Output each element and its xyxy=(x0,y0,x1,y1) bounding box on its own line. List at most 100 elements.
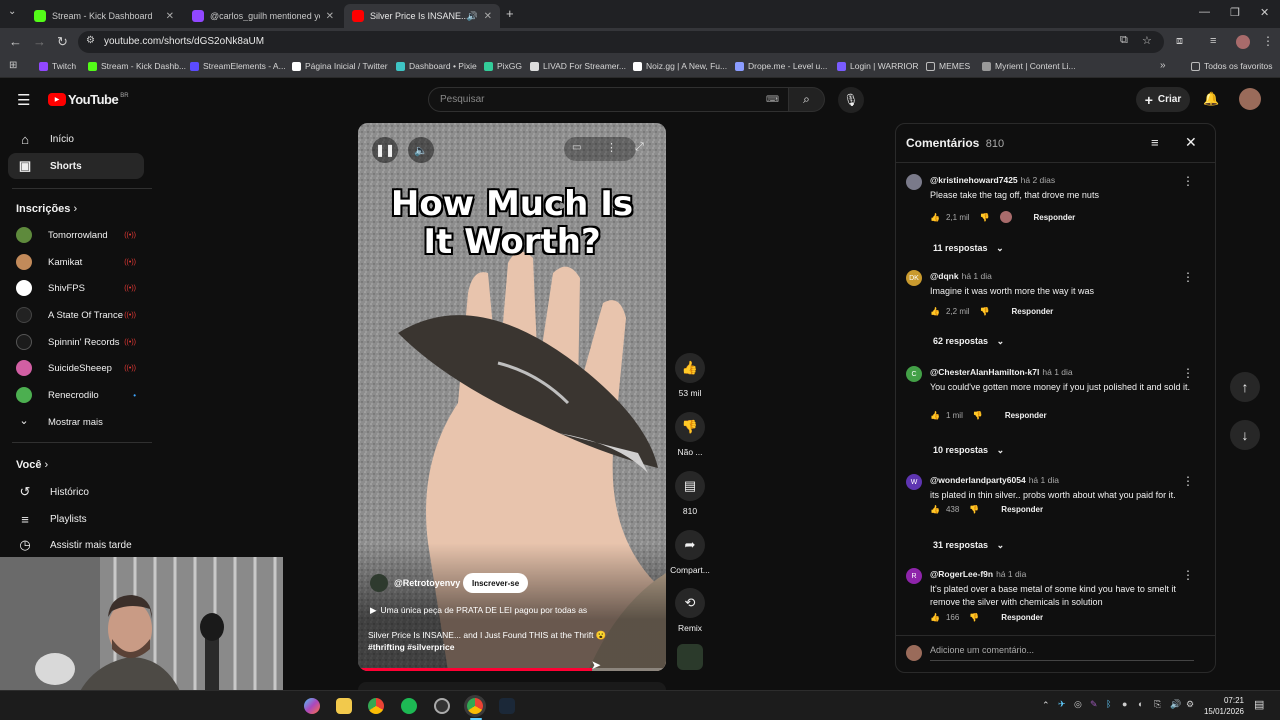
sidebar-show-more[interactable]: ⌄ Mostrar mais xyxy=(16,411,140,433)
like-button[interactable]: 👍 53 mil xyxy=(674,353,706,398)
subscriptions-heading[interactable]: Inscrições › xyxy=(16,203,77,215)
hamburger-menu-icon[interactable]: ☰ xyxy=(17,91,30,109)
tray-app-icon[interactable]: ⚙ xyxy=(1186,699,1194,710)
file-explorer-icon[interactable] xyxy=(336,698,352,714)
notifications-bell-icon[interactable]: 🔔 xyxy=(1203,91,1219,107)
sidebar-item-playlists[interactable]: ≡ Playlists xyxy=(8,506,144,532)
thumbs-down-icon[interactable]: 👎 xyxy=(980,307,990,316)
chrome-icon[interactable] xyxy=(368,698,384,714)
more-options-icon[interactable]: ⋮ xyxy=(1182,270,1194,284)
audio-icon[interactable]: 🔊 xyxy=(467,11,478,22)
hashtags[interactable]: #thrifting #silverprice xyxy=(368,642,454,652)
apps-grid-icon[interactable]: ⊞ xyxy=(9,60,17,71)
close-icon[interactable]: ✕ xyxy=(326,11,334,22)
more-bookmarks-icon[interactable]: » xyxy=(1160,60,1166,71)
tab-search-icon[interactable]: ⌄ xyxy=(8,6,16,17)
spotify-icon[interactable] xyxy=(401,698,417,714)
extensions-icon[interactable]: ⧈ xyxy=(1176,35,1183,48)
more-options-icon[interactable]: ⋮ xyxy=(1182,366,1194,380)
sidebar-item-renecrodilo[interactable]: Renecrodilo • xyxy=(16,384,140,406)
keyboard-icon[interactable]: ⌨ xyxy=(766,94,779,105)
add-comment-input[interactable]: Adicione um comentário... xyxy=(930,645,1194,661)
replies-toggle[interactable]: 31 respostas ⌄ xyxy=(933,540,1004,551)
comment-author[interactable]: @wonderlandparty6054 há 1 dia xyxy=(930,475,1059,485)
comment-author[interactable]: @dqnk há 1 dia xyxy=(930,271,992,281)
reply-button[interactable]: Responder xyxy=(1005,411,1047,420)
comment-author[interactable]: @kristinehoward7425 há 2 dias xyxy=(930,175,1055,185)
sidebar-item-history[interactable]: ↺ Histórico xyxy=(8,479,144,505)
featured-link[interactable]: ▶ Uma única peça de PRATA DE LEI pagou po… xyxy=(370,605,587,616)
profile-avatar[interactable] xyxy=(1236,35,1250,49)
sidebar-item-watch-later[interactable]: ◷ Assistir mais tarde xyxy=(8,532,144,558)
sidebar-item-shivfps[interactable]: ShivFPS ((•)) xyxy=(16,277,140,299)
browser-tab-youtube[interactable]: Silver Price Is INSANE... and 🔊 ✕ xyxy=(344,4,500,28)
reply-button[interactable]: Responder xyxy=(1012,307,1054,316)
channel-avatar[interactable] xyxy=(370,574,388,592)
pause-button[interactable]: ❚❚ xyxy=(372,137,398,163)
menu-dots-icon[interactable]: ⋮ xyxy=(1262,34,1274,48)
search-input[interactable]: Pesquisar ⌨ xyxy=(428,87,789,112)
omnibox[interactable]: ⚙ youtube.com/shorts/dGS2oNk8aUM ⧉ ☆ xyxy=(78,31,1164,53)
browser-tab-twitch[interactable]: @carlos_guilh mentioned yo ✕ xyxy=(184,4,342,28)
tray-app-icon[interactable]: ◎ xyxy=(1074,699,1082,710)
thumbs-up-icon[interactable]: 👍 xyxy=(930,213,940,222)
replies-toggle[interactable]: 10 respostas ⌄ xyxy=(933,445,1004,456)
bookmark-item[interactable]: Twitch xyxy=(39,61,76,71)
previous-short-button[interactable]: ↑ xyxy=(1230,372,1260,402)
bookmark-item[interactable]: Stream - Kick Dashb... xyxy=(88,61,186,71)
you-heading[interactable]: Você › xyxy=(16,459,48,471)
account-avatar[interactable] xyxy=(1239,88,1261,110)
reply-button[interactable]: Responder xyxy=(1001,505,1043,514)
obs-icon[interactable] xyxy=(434,698,450,714)
bookmark-item[interactable]: Myrient | Content Li... xyxy=(982,61,1076,71)
network-icon[interactable]: ⎘ xyxy=(1154,699,1161,710)
comments-button[interactable]: ▤ 810 xyxy=(674,471,706,516)
avatar[interactable]: C xyxy=(906,366,922,382)
window-close-button[interactable]: ✕ xyxy=(1260,6,1269,19)
steam-icon[interactable] xyxy=(499,698,515,714)
sound-thumbnail[interactable] xyxy=(677,644,703,670)
progress-track[interactable] xyxy=(358,668,666,671)
bookmark-item[interactable]: Noiz.gg | A New, Fu... xyxy=(633,61,727,71)
reply-button[interactable]: Responder xyxy=(1034,213,1076,222)
bluetooth-icon[interactable]: ᛒ xyxy=(1106,699,1111,709)
subscribe-button[interactable]: Inscrever-se xyxy=(463,573,529,593)
avatar[interactable]: W xyxy=(906,474,922,490)
back-arrow-icon[interactable]: ← xyxy=(9,34,22,49)
close-icon[interactable]: ✕ xyxy=(484,11,492,22)
sidebar-item-a-state-of-trance[interactable]: A State Of Trance ((•)) xyxy=(16,304,140,326)
thumbs-up-icon[interactable]: 👍 xyxy=(930,613,940,622)
share-button[interactable]: ➦ Compart... xyxy=(670,530,710,575)
chrome-active-icon[interactable] xyxy=(467,698,483,714)
sidebar-item-shorts[interactable]: ▣ Shorts xyxy=(8,153,144,179)
reading-list-icon[interactable]: ≡ xyxy=(1210,35,1216,47)
voice-search-button[interactable]: 🎙 xyxy=(838,87,864,113)
more-options-icon[interactable]: ⋮ xyxy=(606,141,617,154)
remix-button[interactable]: ⟲ Remix xyxy=(674,588,706,633)
sort-icon[interactable]: ≡ xyxy=(1151,135,1159,150)
thumbs-up-icon[interactable]: 👍 xyxy=(930,411,940,420)
bookmark-folder[interactable]: MEMES xyxy=(926,61,970,71)
bookmark-item[interactable]: Página Inicial / Twitter xyxy=(292,61,388,71)
sidebar-item-kamikat[interactable]: Kamikat ((•)) xyxy=(16,251,140,273)
bookmark-item[interactable]: Login | WARRIOR xyxy=(837,61,919,71)
url-text[interactable]: youtube.com/shorts/dGS2oNk8aUM xyxy=(104,36,264,47)
more-options-icon[interactable]: ⋮ xyxy=(1182,474,1194,488)
channel-name[interactable]: @Retrotoyenvy xyxy=(394,578,460,588)
bookmark-item[interactable]: LIVAD For Streamer... xyxy=(530,61,626,71)
tray-app-icon[interactable]: ◐ xyxy=(1138,699,1143,709)
replies-toggle[interactable]: 11 respostas ⌄ xyxy=(933,243,1004,254)
create-button[interactable]: + Criar xyxy=(1136,87,1190,112)
bookmark-item[interactable]: StreamElements - A... xyxy=(190,61,286,71)
minimize-button[interactable]: — xyxy=(1199,6,1210,18)
tray-app-icon[interactable]: ● xyxy=(1122,699,1127,709)
search-button[interactable]: ⌕ xyxy=(789,87,825,112)
captions-icon[interactable]: ▭ xyxy=(572,142,581,153)
comment-author[interactable]: @RogerLee-f9n há 1 dia xyxy=(930,569,1026,579)
reply-button[interactable]: Responder xyxy=(1001,613,1043,622)
chevron-up-icon[interactable]: ⌃ xyxy=(1042,700,1050,711)
reload-icon[interactable]: ↻ xyxy=(57,34,68,50)
replies-toggle[interactable]: 62 respostas ⌄ xyxy=(933,336,1004,347)
bookmark-item[interactable]: Drope.me - Level u... xyxy=(735,61,827,71)
new-tab-button[interactable]: + xyxy=(506,6,514,21)
